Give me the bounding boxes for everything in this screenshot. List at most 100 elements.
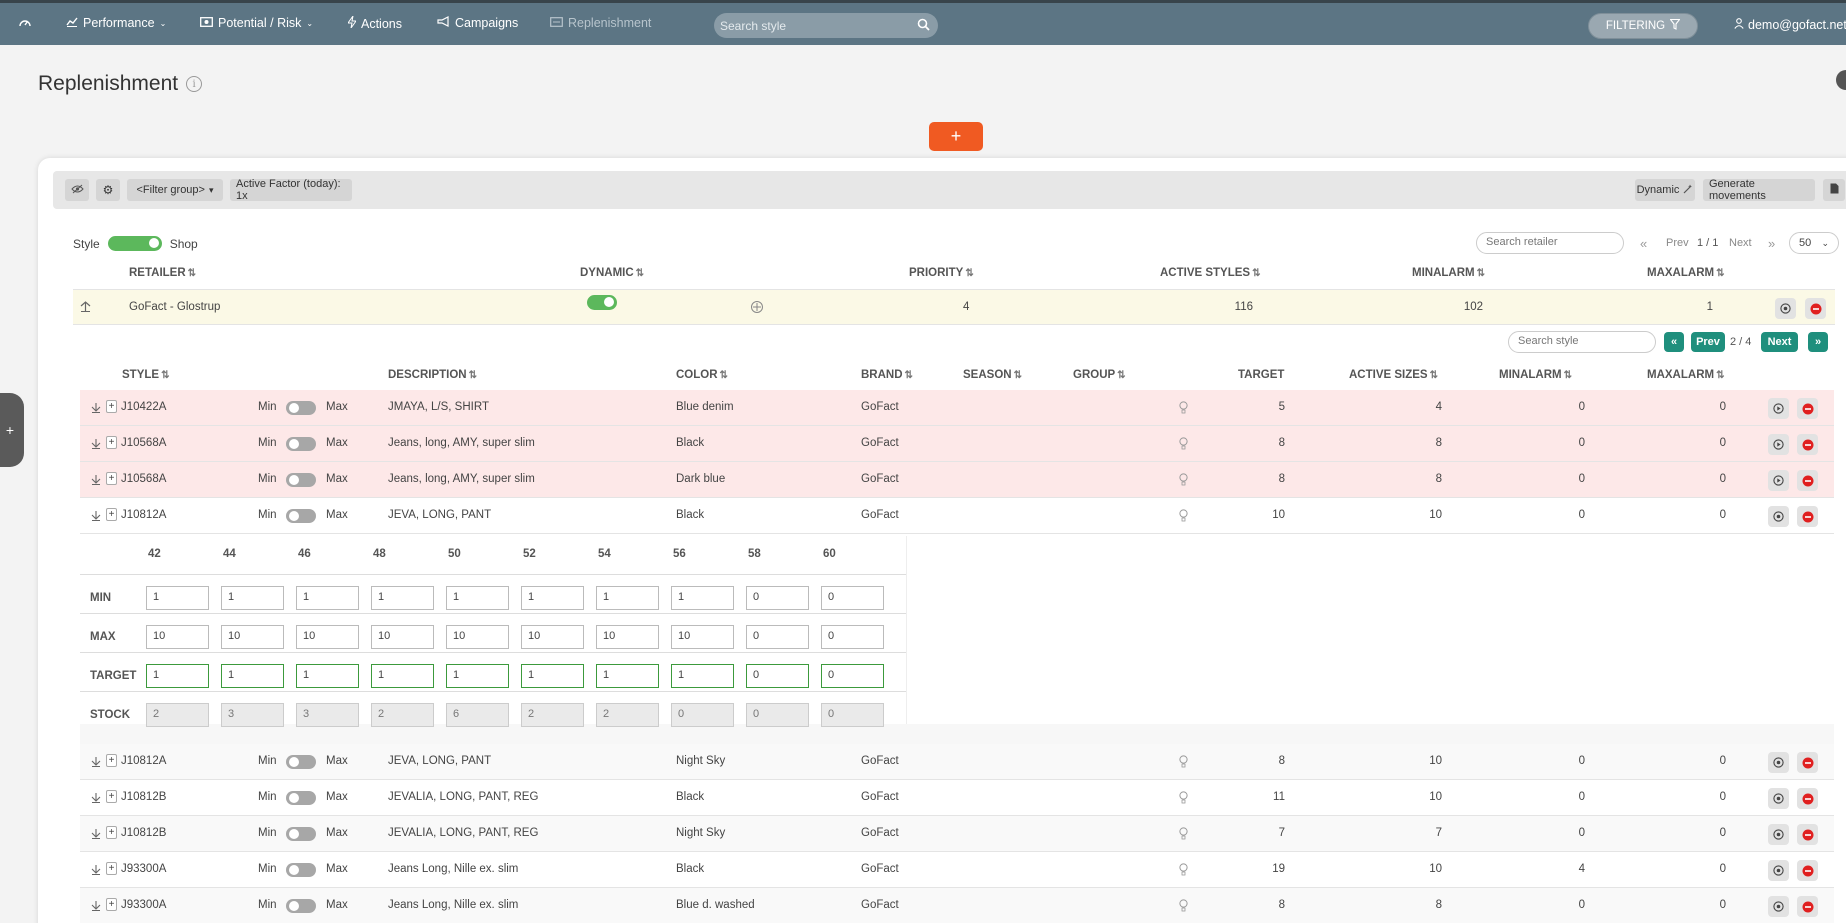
settings-button[interactable]: ⚙ [96,179,120,201]
target-size-input[interactable]: 1 [521,664,584,688]
col-season[interactable]: SEASON ⇅ [963,369,1022,381]
min-size-input[interactable]: 1 [221,586,284,610]
target-size-input[interactable]: 1 [221,664,284,688]
play-button[interactable] [1768,824,1789,845]
expand-icon[interactable] [90,863,102,878]
remove-button[interactable] [1797,506,1818,527]
add-icon[interactable]: + [106,826,117,839]
expand-icon[interactable] [90,509,102,524]
lightbulb-icon[interactable] [1179,755,1188,771]
col-retailer[interactable]: RETAILER ⇅ [129,267,196,279]
min-max-toggle[interactable] [286,473,316,487]
col-maxalarm[interactable]: MAXALARM ⇅ [1647,267,1724,279]
table-row[interactable]: + J10568A Min Max Jeans, long, AMY, super sl… [80,462,1834,498]
add-icon[interactable]: + [106,508,117,521]
search-style-input[interactable]: Search style [1508,331,1656,353]
min-max-toggle[interactable] [286,827,316,841]
col-dynamic[interactable]: DYNAMIC ⇅ [580,267,644,279]
filter-group-select[interactable]: <Filter group> ▾ [127,179,223,201]
lightbulb-icon[interactable] [1179,509,1188,525]
play-button[interactable] [1768,506,1789,527]
lightbulb-icon[interactable] [1179,863,1188,879]
expand-icon[interactable] [90,791,102,806]
col-color[interactable]: COLOR ⇅ [676,369,728,381]
max-size-input[interactable]: 10 [221,625,284,649]
lightbulb-icon[interactable] [1179,401,1188,417]
add-icon[interactable]: + [106,862,117,875]
collapse-icon[interactable] [79,300,92,316]
dashboard-icon[interactable] [18,16,32,33]
remove-button[interactable] [1797,434,1818,455]
search-retailer-input[interactable]: Search retailer [1476,232,1624,254]
add-icon[interactable]: + [106,400,117,413]
page-size-select[interactable]: 50 ⌄ [1789,232,1839,254]
col-minalarm[interactable]: MINALARM ⇅ [1412,267,1485,279]
lightbulb-icon[interactable] [1179,791,1188,807]
side-panel-toggle[interactable]: + [0,393,24,467]
scale-icon[interactable] [750,301,764,316]
play-button[interactable] [1768,752,1789,773]
info-icon[interactable]: i [186,76,203,92]
remove-button[interactable] [1797,398,1818,419]
play-button[interactable] [1768,788,1789,809]
view-toggle-switch[interactable] [107,236,162,251]
add-icon[interactable]: + [106,898,117,911]
hide-button[interactable] [65,179,89,201]
target-size-input[interactable]: 1 [146,664,209,688]
expand-icon[interactable] [90,473,102,488]
first-page-button[interactable]: « [1664,332,1684,352]
min-max-toggle[interactable] [286,791,316,805]
prev-page-button[interactable]: Prev [1691,332,1725,352]
max-size-input[interactable]: 10 [146,625,209,649]
table-row[interactable]: + J10812A Min Max JEVA, LONG, PANT Night Sky G… [80,744,1834,780]
table-row[interactable]: + J10812B Min Max JEVALIA, LONG, PANT, REG Ni… [80,816,1834,852]
play-button[interactable] [1768,470,1789,491]
remove-button[interactable] [1797,752,1818,773]
dynamic-toggle[interactable] [587,295,617,310]
add-icon[interactable]: + [106,754,117,767]
lightbulb-icon[interactable] [1179,899,1188,915]
max-size-input[interactable]: 10 [596,625,659,649]
search-icon[interactable] [917,18,930,34]
target-size-input[interactable]: 0 [746,664,809,688]
table-row[interactable]: + J10812B Min Max JEVALIA, LONG, PANT, REG Bl… [80,780,1834,816]
target-size-input[interactable]: 0 [821,664,884,688]
table-row[interactable]: + J10568A Min Max Jeans, long, AMY, super sl… [80,426,1834,462]
lightbulb-icon[interactable] [1179,827,1188,843]
expand-icon[interactable] [90,827,102,842]
add-icon[interactable]: + [106,436,117,449]
expand-icon[interactable] [90,437,102,452]
nav-performance[interactable]: Performance ⌄ [66,16,166,30]
nav-replenishment[interactable]: Replenishment [550,16,651,30]
col-style-maxalarm[interactable]: MAXALARM ⇅ [1647,369,1724,381]
col-active-styles[interactable]: ACTIVE STYLES ⇅ [1160,267,1261,279]
target-size-input[interactable]: 1 [446,664,509,688]
expand-icon[interactable] [90,899,102,914]
min-max-toggle[interactable] [286,401,316,415]
remove-button[interactable] [1797,860,1818,881]
min-size-input[interactable]: 0 [821,586,884,610]
remove-button[interactable] [1797,824,1818,845]
remove-button[interactable] [1797,470,1818,491]
top-search-input[interactable]: Search style [714,13,938,38]
play-button[interactable] [1775,298,1796,319]
min-size-input[interactable]: 0 [746,586,809,610]
max-size-input[interactable]: 10 [671,625,734,649]
target-size-input[interactable]: 1 [596,664,659,688]
expand-icon[interactable] [90,755,102,770]
target-size-input[interactable]: 1 [296,664,359,688]
play-button[interactable] [1768,896,1789,917]
min-max-toggle[interactable] [286,437,316,451]
add-icon[interactable]: + [106,790,117,803]
add-icon[interactable]: + [106,472,117,485]
max-size-input[interactable]: 10 [521,625,584,649]
target-size-input[interactable]: 1 [671,664,734,688]
min-size-input[interactable]: 1 [146,586,209,610]
min-max-toggle[interactable] [286,755,316,769]
min-size-input[interactable]: 1 [596,586,659,610]
export-button[interactable] [1823,179,1845,201]
lightbulb-icon[interactable] [1179,473,1188,489]
min-max-toggle[interactable] [286,863,316,877]
remove-button[interactable] [1797,896,1818,917]
add-button[interactable]: + [929,122,983,151]
